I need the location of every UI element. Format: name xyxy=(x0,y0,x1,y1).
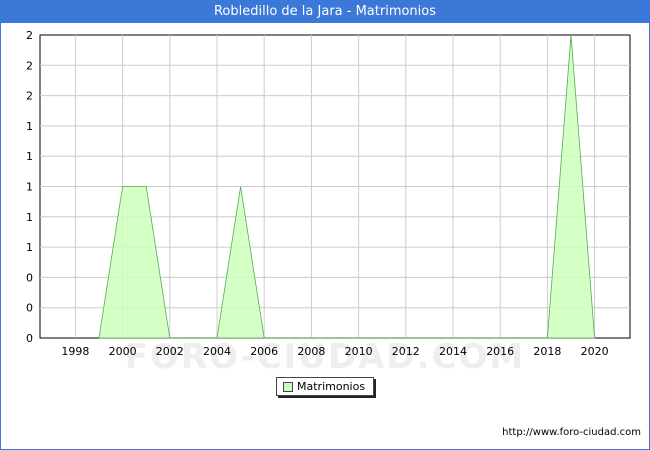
y-tick-label: 0 xyxy=(26,271,33,284)
x-tick-label: 2008 xyxy=(297,345,325,358)
y-tick-label: 1 xyxy=(26,181,33,194)
y-tick-label: 0 xyxy=(26,302,33,315)
x-tick-label: 2010 xyxy=(345,345,373,358)
legend-label: Matrimonios xyxy=(297,380,366,393)
x-tick-label: 2006 xyxy=(250,345,278,358)
x-tick-label: 2020 xyxy=(581,345,609,358)
x-tick-label: 2018 xyxy=(533,345,561,358)
x-tick-label: 2002 xyxy=(156,345,184,358)
y-tick-label: 2 xyxy=(26,29,33,42)
source-url: http://www.foro-ciudad.com xyxy=(502,427,641,438)
y-tick-label: 1 xyxy=(26,211,33,224)
legend-swatch xyxy=(283,382,293,392)
x-tick-label: 1998 xyxy=(61,345,89,358)
x-tick-label: 2016 xyxy=(486,345,514,358)
x-tick-label: 2012 xyxy=(392,345,420,358)
y-tick-label: 2 xyxy=(26,90,33,103)
x-tick-label: 2004 xyxy=(203,345,231,358)
y-tick-label: 1 xyxy=(26,241,33,254)
x-tick-label: 2014 xyxy=(439,345,467,358)
y-tick-label: 1 xyxy=(26,120,33,133)
x-tick-label: 2000 xyxy=(109,345,137,358)
y-tick-label: 1 xyxy=(26,150,33,163)
y-axis-ticks: 0 0 0 1 1 1 1 1 2 2 2 xyxy=(26,29,33,345)
y-tick-label: 0 xyxy=(26,332,33,345)
legend: Matrimonios xyxy=(276,377,374,396)
y-tick-label: 2 xyxy=(26,59,33,72)
